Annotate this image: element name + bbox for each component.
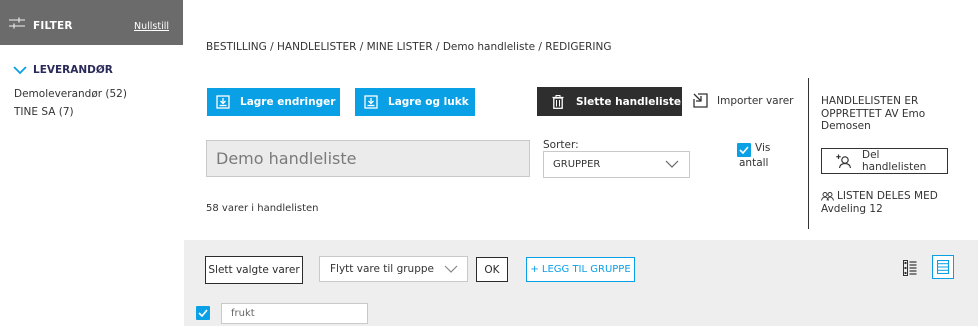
- item-count-text: 58 varer i handlelisten: [206, 203, 319, 214]
- breadcrumb: BESTILLING / HANDLELISTER / MINE LISTER …: [206, 41, 612, 53]
- import-icon: [693, 93, 708, 108]
- shared-with-value: Avdeling 12: [821, 202, 883, 215]
- chevron-down-icon: [444, 265, 458, 273]
- import-items-label: Importer varer: [717, 94, 794, 107]
- ok-button[interactable]: OK: [476, 257, 508, 282]
- supplier-filter-item[interactable]: TINE SA (7): [14, 106, 74, 118]
- filter-header: FILTER Nullstill: [0, 0, 183, 45]
- move-to-group-placeholder: Flytt vare til gruppe: [330, 263, 434, 275]
- add-group-button[interactable]: + LEGG TIL GRUPPE: [526, 257, 635, 282]
- group-select-checkbox[interactable]: [196, 306, 210, 320]
- move-to-group-select[interactable]: Flytt vare til gruppe: [319, 256, 468, 282]
- save-icon: [216, 95, 230, 109]
- group-name-input[interactable]: frukt: [221, 303, 368, 324]
- supplier-heading: LEVERANDØR: [33, 64, 113, 76]
- chevron-down-icon: [13, 65, 27, 74]
- show-count-label: Vis: [755, 142, 771, 154]
- list-compact-icon[interactable]: [899, 256, 921, 280]
- shared-with-label: LISTEN DELES MED: [837, 190, 938, 202]
- import-items-button[interactable]: Importer varer: [693, 93, 793, 108]
- delete-list-label: Slette handleliste: [576, 95, 681, 108]
- show-count-checkbox[interactable]: [737, 143, 751, 157]
- sort-label: Sorter:: [543, 139, 579, 151]
- checkmark-icon: [739, 146, 749, 154]
- sort-select[interactable]: GRUPPER: [543, 151, 690, 178]
- list-icon[interactable]: [932, 255, 954, 279]
- save-and-close-button[interactable]: Lagre og lukk: [355, 88, 475, 116]
- list-name-input[interactable]: Demo handleliste: [206, 140, 530, 177]
- filter-sidebar: FILTER Nullstill LEVERANDØR Demoleverand…: [0, 0, 183, 326]
- chevron-down-icon: [665, 160, 679, 168]
- save-and-close-label: Lagre og lukk: [388, 96, 469, 108]
- checkmark-icon: [198, 309, 208, 317]
- reset-filter-link[interactable]: Nullstill: [134, 21, 169, 32]
- save-changes-label: Lagre endringer: [240, 96, 336, 108]
- supplier-filter-item[interactable]: Demoleverandør (52): [14, 88, 127, 100]
- save-icon: [364, 95, 378, 109]
- shared-with-info: LISTEN DELES MED Avdeling 12: [821, 190, 961, 215]
- delete-selected-button[interactable]: Slett valgte varer: [205, 256, 303, 284]
- add-user-icon: [836, 154, 852, 168]
- created-by-info: HANDLELISTEN ER OPPRETTET AV Emo Demosen: [821, 95, 926, 132]
- sort-select-value: GRUPPER: [553, 159, 601, 170]
- vertical-divider: [808, 78, 809, 229]
- show-count-label-cont: antall: [739, 157, 769, 169]
- share-list-button[interactable]: Del handlelisten: [821, 148, 948, 174]
- supplier-filter-toggle[interactable]: LEVERANDØR: [13, 64, 113, 76]
- users-icon: [821, 191, 834, 201]
- delete-list-button[interactable]: Slette handleliste: [537, 87, 682, 116]
- save-changes-button[interactable]: Lagre endringer: [207, 88, 340, 116]
- filter-title: FILTER: [33, 20, 73, 32]
- sliders-icon: [9, 17, 25, 29]
- share-list-label: Del handlelisten: [861, 149, 927, 173]
- trash-icon: [552, 94, 564, 109]
